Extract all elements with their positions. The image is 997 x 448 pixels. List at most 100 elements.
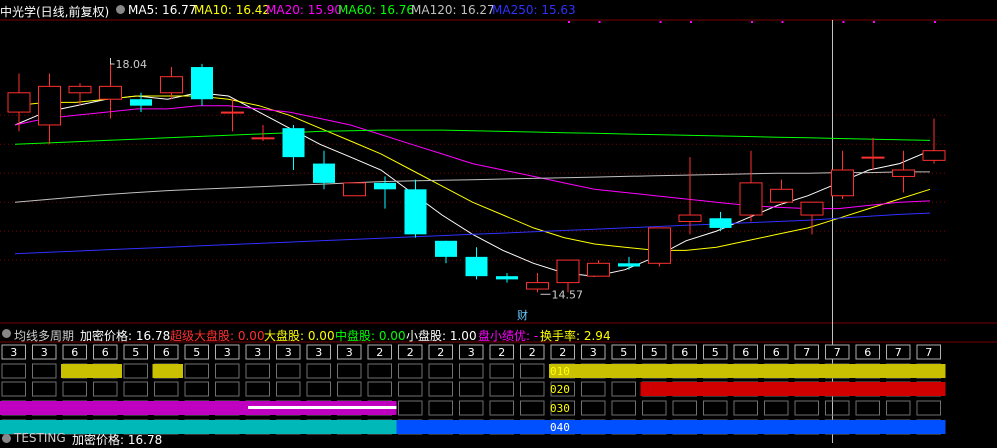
band-cell: [611, 400, 636, 416]
candle-body: [587, 262, 610, 277]
candle-body: [618, 263, 640, 267]
testing-header: TESTING 加密价格: 16.78: [0, 431, 997, 447]
candle-body: [556, 259, 580, 284]
cycle-number: 3: [254, 346, 261, 359]
band-cell: [703, 400, 728, 416]
signal-dot: [842, 21, 845, 23]
band-cell: [215, 363, 240, 379]
sub-title: 均线多周期: [14, 329, 75, 343]
large-cap-item: 大盘股: 0.00: [264, 329, 335, 343]
band-cell: [520, 381, 545, 397]
band-label: 010: [550, 365, 570, 378]
band-cell: [855, 400, 880, 416]
band-cell: [398, 363, 423, 379]
candle-body: [526, 282, 549, 290]
band-segment: [152, 364, 183, 378]
sub-indicator-header: 均线多周期 加密价格: 16.78 超级大盘股: 0.00 大盘股: 0.00 …: [0, 324, 997, 343]
band-cell: [794, 400, 819, 416]
band-cell: [367, 363, 392, 379]
band-cell: [398, 381, 423, 397]
band-cell: [459, 400, 484, 416]
candle-body: [38, 85, 61, 126]
cycle-number: 2: [559, 346, 566, 359]
band-cell: [62, 381, 87, 397]
price-item: 加密价格: 16.78: [80, 329, 171, 343]
candle-body: [648, 227, 671, 264]
band-cell: [916, 400, 941, 416]
candle-body: [130, 99, 152, 106]
candle-body: [404, 189, 427, 235]
cycle-number: 7: [925, 346, 932, 359]
finance-marker: 财: [517, 308, 528, 322]
cycle-number: 2: [407, 346, 414, 359]
band-cell: [276, 381, 301, 397]
cycle-number: 6: [773, 346, 780, 359]
band-cell: [32, 381, 57, 397]
band-cell: [123, 363, 148, 379]
candle-body: [251, 137, 275, 140]
signal-dot: [934, 21, 936, 23]
band-cell: [306, 381, 331, 397]
band-segment: [640, 382, 946, 396]
band-cell: [215, 381, 240, 397]
cycle-number: 6: [102, 346, 109, 359]
signal-dot: [568, 21, 570, 23]
signal-dot: [751, 21, 753, 23]
signal-dot: [659, 21, 662, 23]
candle-body: [221, 111, 244, 114]
cycle-number: 3: [10, 346, 17, 359]
ma-line-ma60: [14, 129, 931, 145]
band-highlight: [248, 406, 397, 409]
band-cell: [733, 400, 758, 416]
band-cell: [245, 363, 270, 379]
cycle-number: 3: [315, 346, 322, 359]
cycle-number: 2: [376, 346, 383, 359]
candle-body: [68, 85, 92, 94]
band-cell: [825, 400, 850, 416]
high-price-label: 18.04: [116, 58, 148, 71]
candle-body: [709, 218, 732, 228]
band-cell: [459, 381, 484, 397]
candle-body: [739, 182, 763, 216]
cycle-number: 7: [895, 346, 902, 359]
band-cell: [642, 400, 667, 416]
band-cell: [489, 381, 514, 397]
band-cell: [428, 400, 453, 416]
band-cell: [581, 400, 606, 416]
cycle-number: 3: [346, 346, 353, 359]
band-segment: [549, 364, 946, 378]
candle-body: [496, 276, 518, 280]
band-cell: [1, 363, 26, 379]
band-cell: [672, 400, 697, 416]
candlestick-chart[interactable]: 18.04 14.57 财 3 3 6 6 5 6 5 3 3 3 3 3 2 2 2 3 2 2 2 3 5 5 6 5 6 6 7 7…: [0, 0, 997, 443]
ma-line-ma250: [14, 212, 931, 255]
candle-body: [191, 67, 213, 100]
cycle-number: 3: [590, 346, 597, 359]
candle-body: [831, 169, 854, 197]
signal-dot: [598, 21, 601, 23]
cycle-number: 7: [803, 346, 810, 359]
band-cell: [520, 400, 545, 416]
low-price-label: 14.57: [552, 288, 584, 301]
candle-body: [861, 156, 885, 159]
candle-body: [99, 85, 122, 100]
candle-body: [374, 182, 396, 190]
band-cell: [337, 363, 362, 379]
band-cell: [32, 363, 57, 379]
cycle-number: 6: [864, 346, 871, 359]
cycle-number: 5: [132, 346, 139, 359]
candle-body: [678, 214, 702, 222]
band-label: 030: [550, 402, 570, 415]
cycle-number: 3: [285, 346, 292, 359]
small-cap-item: 小盘股: 1.00: [406, 329, 477, 343]
band-cell: [184, 381, 209, 397]
band-cell: [306, 363, 331, 379]
cycle-number: 3: [41, 346, 48, 359]
band-cell: [245, 381, 270, 397]
quality-small-cap-item: 盘小绩优: -: [478, 329, 539, 343]
signal-dot: [690, 21, 692, 23]
cycle-number: 2: [498, 346, 505, 359]
candle-body: [800, 201, 824, 216]
signal-dot: [781, 21, 784, 23]
mid-cap-item: 中盘股: 0.00: [335, 329, 406, 343]
